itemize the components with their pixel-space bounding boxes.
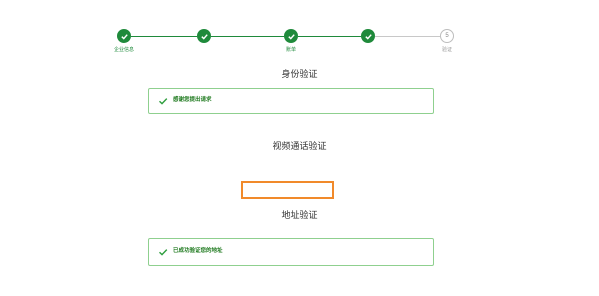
identity-section-title: 身份验证 xyxy=(281,69,318,79)
progress-stepper: 企业信息 账单 5 验证 xyxy=(0,0,599,60)
address-section-title: 地址验证 xyxy=(281,210,318,220)
step-5-dot: 5 xyxy=(440,29,454,43)
step-connector xyxy=(298,36,361,37)
step-connector xyxy=(131,36,197,37)
check-icon xyxy=(159,98,168,105)
check-icon xyxy=(120,33,128,40)
identity-success-notice: 感谢您提出请求 xyxy=(148,88,434,114)
step-connector xyxy=(375,36,440,37)
step-5-number: 5 xyxy=(445,33,449,39)
step-1-label: 企业信息 xyxy=(113,47,134,53)
address-success-notice: 已成功验证您的地址 xyxy=(148,238,434,266)
step-4-dot xyxy=(361,29,375,43)
check-icon xyxy=(200,33,208,40)
reschedule-highlight xyxy=(241,181,334,199)
step-1-dot xyxy=(117,29,131,43)
step-connector xyxy=(211,36,284,37)
check-icon xyxy=(287,33,295,40)
step-5-label: 验证 xyxy=(441,47,452,53)
step-3-label: 账单 xyxy=(285,47,296,53)
identity-notice-title: 感谢您提出请求 xyxy=(173,97,212,103)
check-icon xyxy=(159,249,168,256)
step-2-dot xyxy=(197,29,211,43)
step-3-dot xyxy=(284,29,298,43)
check-icon xyxy=(364,33,372,40)
address-notice-title: 已成功验证您的地址 xyxy=(173,248,223,254)
video-section-title: 视频通话验证 xyxy=(272,141,327,151)
